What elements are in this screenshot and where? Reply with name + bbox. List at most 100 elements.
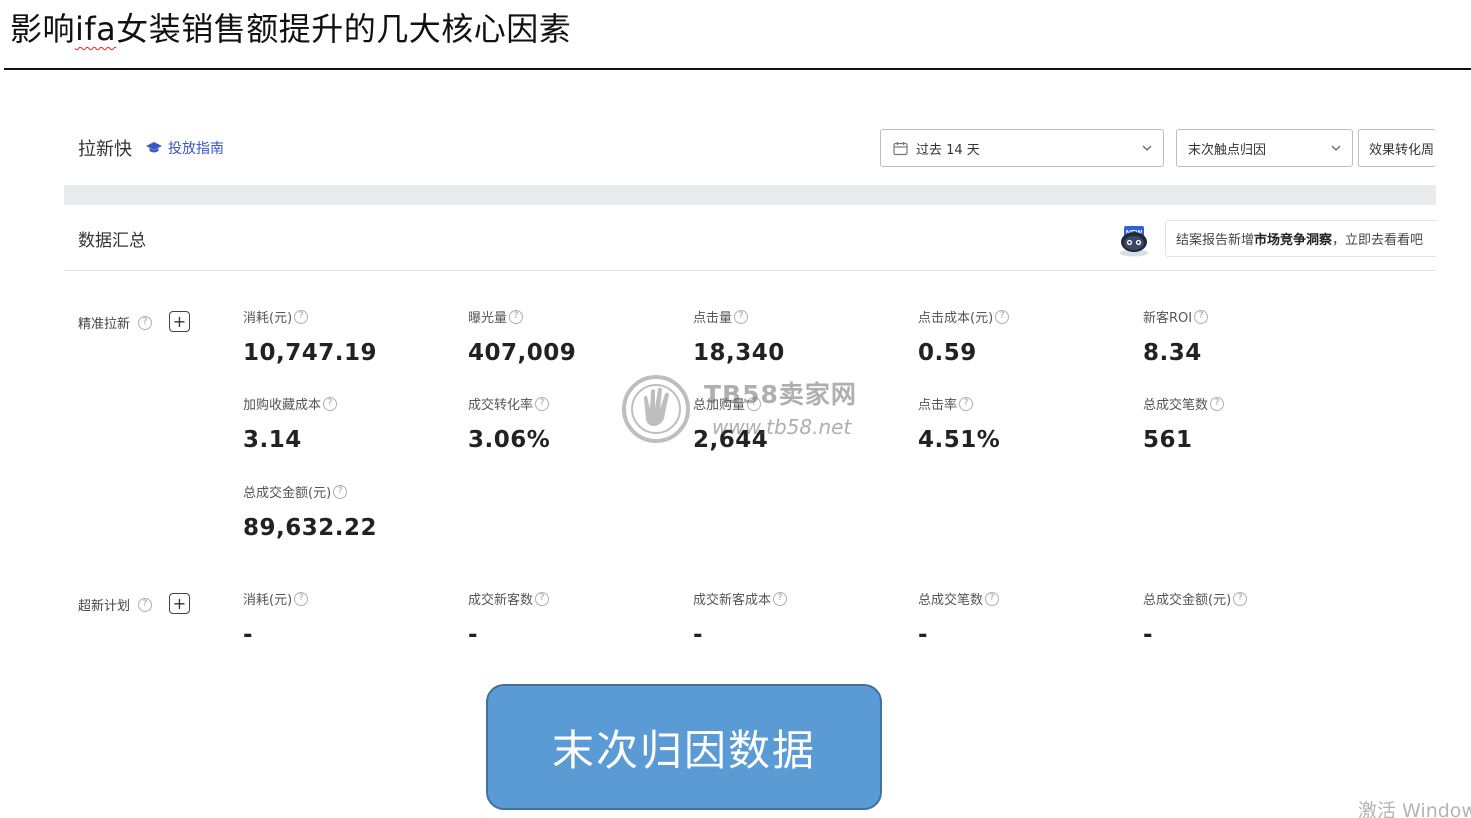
calendar-icon: [893, 141, 908, 155]
add-metric-button[interactable]: +: [169, 593, 190, 614]
effect-window-value: 效果转化周: [1369, 142, 1435, 158]
help-icon[interactable]: ?: [138, 315, 153, 330]
help-icon[interactable]: ?: [323, 396, 338, 411]
help-icon[interactable]: ?: [509, 309, 524, 324]
help-icon[interactable]: ?: [294, 309, 309, 324]
metric-value: 561: [1143, 427, 1193, 453]
summary-divider: [64, 270, 1436, 271]
metric-label: 总加购量: [693, 398, 746, 413]
section-label-text: 精准拉新: [78, 317, 131, 332]
help-icon[interactable]: ?: [535, 396, 550, 411]
metric-value: 10,747.19: [243, 340, 377, 366]
metric-value: 8.34: [1143, 340, 1202, 366]
chevron-down-icon: [1331, 145, 1341, 151]
metric-label: 曝光量: [468, 311, 508, 326]
title-divider: [4, 68, 1471, 70]
metric-total-orders: 总成交笔数? -: [918, 589, 1000, 648]
metric-conversion-rate: 成交转化率? 3.06%: [468, 394, 550, 453]
metric-spend: 消耗(元)? -: [243, 589, 309, 648]
metric-label: 总成交笔数: [918, 593, 984, 608]
metric-new-customers: 成交新客数? -: [468, 589, 550, 648]
metric-label: 总成交金额(元): [243, 486, 332, 501]
help-icon[interactable]: ?: [535, 591, 550, 606]
metric-label: 新客ROI: [1143, 311, 1193, 326]
help-icon[interactable]: ?: [294, 591, 309, 606]
notice-highlight: 市场竞争洞察: [1254, 233, 1333, 248]
metric-value: 18,340: [693, 340, 785, 366]
help-icon[interactable]: ?: [138, 597, 153, 612]
help-icon[interactable]: ?: [747, 396, 762, 411]
notice-suffix: ，立即去看看吧: [1332, 233, 1424, 248]
metric-label: 点击成本(元): [918, 311, 994, 326]
section-label-precise: 精准拉新 ?: [78, 313, 153, 332]
add-metric-button[interactable]: +: [169, 311, 190, 332]
metric-label: 加购收藏成本: [243, 398, 322, 413]
chevron-down-icon: [1142, 145, 1152, 151]
metric-impressions: 曝光量? 407,009: [468, 307, 576, 366]
guide-link-label: 投放指南: [168, 141, 224, 157]
metric-label: 成交转化率: [468, 398, 534, 413]
help-icon[interactable]: ?: [773, 591, 788, 606]
metric-label: 点击量: [693, 311, 733, 326]
help-icon[interactable]: ?: [1210, 396, 1225, 411]
app-brand: 拉新快: [78, 139, 132, 160]
help-icon[interactable]: ?: [959, 396, 974, 411]
notice-banner[interactable]: 结案报告新增 市场竞争洞察 ，立即去看看吧: [1165, 220, 1436, 257]
metric-total-cart-adds: 总加购量? 2,644: [693, 394, 768, 453]
slide-title: 影响ifa女装销售额提升的几大核心因素: [10, 4, 571, 50]
title-brand: ifa: [75, 10, 117, 48]
metric-new-customer-roi: 新客ROI? 8.34: [1143, 307, 1209, 366]
metric-label: 成交新客数: [468, 593, 534, 608]
graduation-cap-icon: [146, 142, 162, 153]
guide-link[interactable]: 投放指南: [146, 138, 224, 158]
metric-value: 89,632.22: [243, 515, 377, 541]
metric-total-orders: 总成交笔数? 561: [1143, 394, 1225, 453]
metric-ctr: 点击率? 4.51%: [918, 394, 1000, 453]
robot-mascot-icon[interactable]: NEW: [1115, 218, 1153, 258]
metric-cpc: 点击成本(元)? 0.59: [918, 307, 1010, 366]
metric-value: -: [468, 622, 479, 648]
plus-icon: +: [172, 311, 187, 331]
metric-value: 3.06%: [468, 427, 551, 453]
summary-title: 数据汇总: [78, 231, 146, 251]
metric-value: 4.51%: [918, 427, 1001, 453]
help-icon[interactable]: ?: [1194, 309, 1209, 324]
help-icon[interactable]: ?: [734, 309, 749, 324]
metric-value: 3.14: [243, 427, 302, 453]
help-icon[interactable]: ?: [995, 309, 1010, 324]
attribution-select[interactable]: 末次触点归因: [1176, 129, 1353, 167]
help-icon[interactable]: ?: [985, 591, 1000, 606]
date-range-select[interactable]: 过去 14 天: [880, 129, 1164, 167]
metric-clicks: 点击量? 18,340: [693, 307, 785, 366]
hand-logo-icon: [622, 375, 690, 443]
metric-total-gmv: 总成交金额(元)? 89,632.22: [243, 482, 377, 541]
date-range-value: 过去 14 天: [916, 142, 980, 158]
section-label-super-new: 超新计划 ?: [78, 595, 153, 614]
activate-windows-watermark: 激活 Windows: [1358, 800, 1471, 818]
metric-value: -: [693, 622, 704, 648]
effect-window-select[interactable]: 效果转化周: [1358, 129, 1436, 167]
metric-label: 消耗(元): [243, 311, 293, 326]
last-touch-attribution-callout: 末次归因数据: [486, 684, 882, 810]
title-prefix: 影响: [10, 10, 76, 48]
metric-value: 0.59: [918, 340, 977, 366]
metric-label: 消耗(元): [243, 593, 293, 608]
metric-label: 总成交笔数: [1143, 398, 1209, 413]
metric-new-customer-cost: 成交新客成本? -: [693, 589, 788, 648]
metric-label: 成交新客成本: [693, 593, 772, 608]
metric-value: -: [1143, 622, 1154, 648]
section-separator-band: [64, 185, 1436, 205]
help-icon[interactable]: ?: [333, 484, 348, 499]
plus-icon: +: [172, 593, 187, 613]
metric-value: -: [918, 622, 929, 648]
metric-spend: 消耗(元)? 10,747.19: [243, 307, 377, 366]
help-icon[interactable]: ?: [1233, 591, 1248, 606]
metric-total-gmv: 总成交金额(元)? -: [1143, 589, 1248, 648]
metric-label: 点击率: [918, 398, 958, 413]
section-label-text: 超新计划: [78, 599, 131, 614]
title-suffix: 女装销售额提升的几大核心因素: [116, 10, 572, 48]
metric-value: -: [243, 622, 254, 648]
attribution-value: 末次触点归因: [1188, 142, 1267, 158]
metric-value: 407,009: [468, 340, 577, 366]
metric-label: 总成交金额(元): [1143, 593, 1232, 608]
